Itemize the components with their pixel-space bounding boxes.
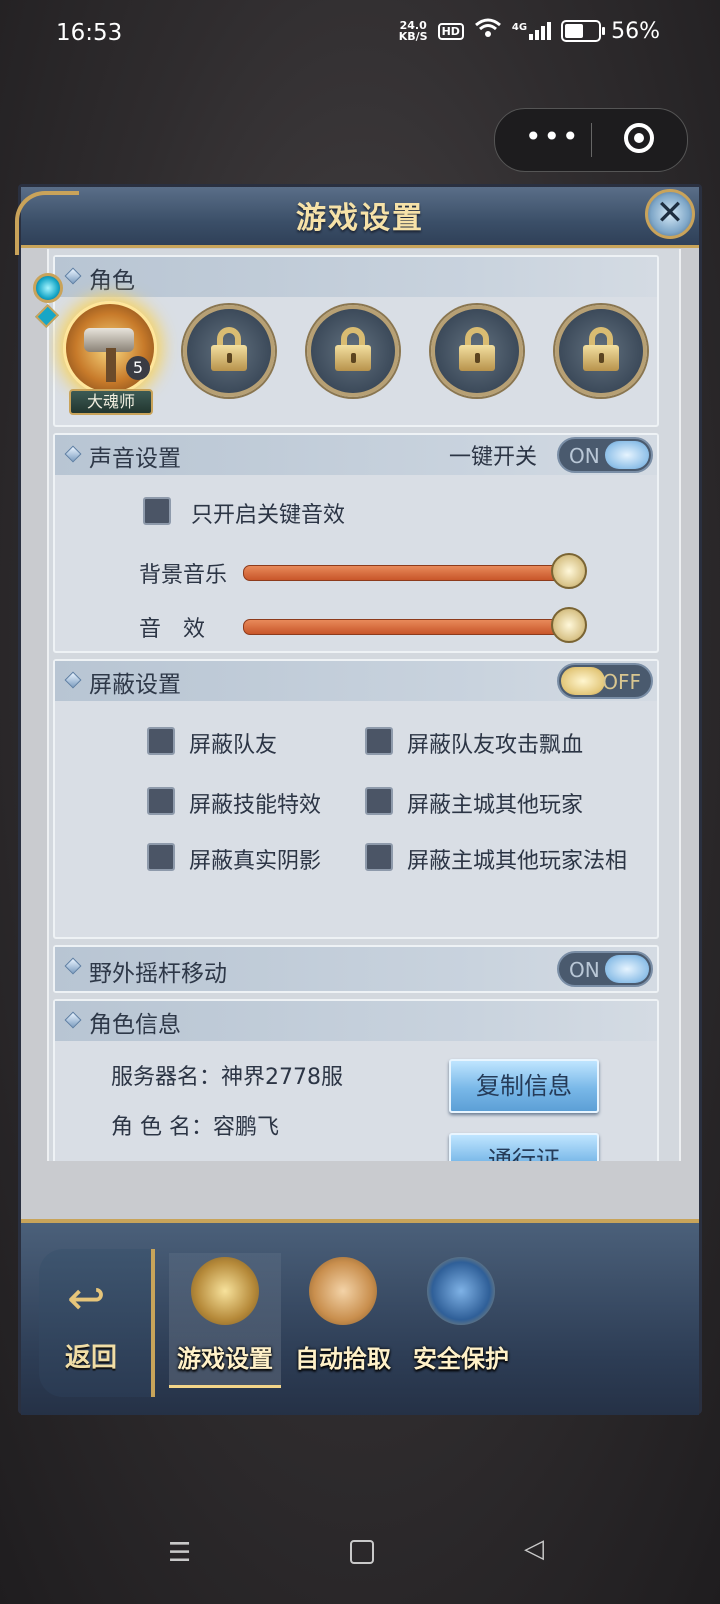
server-name: 服务器名：神界2778服 (111, 1065, 343, 1090)
shield-option-label: 屏蔽队友攻击飘血 (407, 733, 584, 758)
key-sound-only-label: 只开启关键音效 (191, 503, 346, 528)
return-arrow-icon: ↩ (67, 1271, 106, 1325)
copy-info-button[interactable]: 复制信息 (449, 1059, 599, 1113)
locked-slot-2[interactable] (307, 305, 399, 397)
role-info-section: 角色信息 服务器名：神界2778服 角 色 名：容鹏飞 复制信息 通行证 (53, 999, 659, 1161)
close-miniprogram-button[interactable] (624, 123, 654, 153)
locked-slot-4[interactable] (555, 305, 647, 397)
diamond-icon (64, 1011, 82, 1029)
shield-section: 屏蔽设置 OFF 屏蔽队友 屏蔽队友攻击飘血 屏蔽技能特效 屏蔽主城其他玩家 屏… (53, 659, 659, 939)
shield-skill-effects-checkbox[interactable] (147, 787, 175, 815)
joystick-section-title: 野外摇杆移动 (89, 961, 227, 987)
pass-button[interactable]: 通行证 (449, 1133, 599, 1161)
sfx-slider-knob[interactable] (551, 607, 587, 643)
status-bar: 16:53 24.0 KB/S HD 4G 56% (0, 0, 720, 72)
bottom-tab-bar: ↩ 返回 游戏设置 自动拾取 安全保护 (21, 1219, 699, 1415)
shield-master-toggle[interactable]: OFF (557, 663, 653, 699)
diamond-icon (64, 445, 82, 463)
home-icon[interactable] (350, 1540, 374, 1564)
hero-avatar[interactable]: 5 (63, 301, 157, 395)
diamond-icon (64, 267, 82, 285)
hero-name-tag: 大魂师 (69, 389, 153, 415)
bgm-slider[interactable] (243, 565, 571, 581)
battery-percent: 56% (611, 18, 660, 44)
shield-city-players-checkbox[interactable] (365, 787, 393, 815)
diamond-icon (64, 957, 82, 975)
settings-scroll-area[interactable]: 角色 5 大魂师 声音设置 一键开关 ON 只开启关键音效 背景音乐 音 效 屏… (47, 249, 681, 1161)
joystick-toggle[interactable]: ON (557, 951, 653, 987)
tab-security[interactable]: 安全保护 (405, 1253, 517, 1385)
role-section: 角色 5 大魂师 (53, 255, 659, 427)
ornament-icon (15, 191, 79, 255)
clock: 16:53 (56, 20, 123, 46)
bgm-slider-knob[interactable] (551, 553, 587, 589)
menu-icon[interactable]: ☰ (168, 1538, 191, 1568)
joystick-section: 野外摇杆移动 ON (53, 945, 659, 993)
sound-section-title: 声音设置 (89, 446, 181, 472)
shield-team-damage-checkbox[interactable] (365, 727, 393, 755)
panel-title: 游戏设置 (296, 201, 424, 236)
hd-icon: HD (437, 22, 464, 40)
diamond-icon (64, 671, 82, 689)
back-button[interactable]: ↩ 返回 (39, 1249, 155, 1397)
shield-teammates-checkbox[interactable] (147, 727, 175, 755)
sound-master-toggle[interactable]: ON (557, 437, 653, 473)
hero-level-badge: 5 (126, 356, 150, 380)
back-icon[interactable]: ◁ (524, 1534, 544, 1564)
sound-section: 声音设置 一键开关 ON 只开启关键音效 背景音乐 音 效 (53, 433, 659, 653)
status-icons: 24.0 KB/S HD 4G 56% (399, 18, 660, 44)
shield-shadows-checkbox[interactable] (147, 843, 175, 871)
capsule-divider (591, 123, 592, 157)
master-switch-label: 一键开关 (449, 445, 538, 470)
network-speed: 24.0 KB/S (398, 19, 428, 43)
close-button[interactable]: ✕ (645, 189, 695, 239)
more-menu-button[interactable]: ••• (525, 123, 581, 151)
shield-section-title: 屏蔽设置 (89, 672, 181, 698)
tab-game-settings[interactable]: 游戏设置 (169, 1253, 281, 1388)
bgm-label: 背景音乐 (139, 563, 228, 588)
sfx-label: 音 效 (139, 617, 206, 642)
shield-lock-icon (427, 1257, 495, 1325)
system-nav-bar: ☰ ◁ (0, 1530, 720, 1604)
key-sound-only-checkbox[interactable] (143, 497, 171, 525)
panel-header: 游戏设置 ✕ (21, 187, 699, 248)
miniprogram-capsule: ••• (494, 108, 688, 172)
shield-city-player-avatars-checkbox[interactable] (365, 843, 393, 871)
game-settings-panel: 游戏设置 ✕ 角色 5 大魂师 声音设置 一键开关 ON 只开启关键音效 背景音… (15, 184, 702, 1415)
money-bag-icon (309, 1257, 377, 1325)
shield-option-label: 屏蔽队友 (189, 733, 278, 758)
sfx-slider[interactable] (243, 619, 571, 635)
shield-option-label: 屏蔽技能特效 (189, 793, 322, 818)
shield-option-label: 屏蔽主城其他玩家法相 (407, 849, 628, 874)
locked-slot-3[interactable] (431, 305, 523, 397)
role-name: 角 色 名：容鹏飞 (111, 1115, 279, 1140)
role-section-title: 角色 (89, 268, 135, 294)
battery-icon (561, 20, 606, 42)
cellular-signal-icon: 4G (512, 22, 552, 40)
wifi-icon (474, 18, 502, 44)
shield-option-label: 屏蔽真实阴影 (189, 849, 322, 874)
role-info-section-title: 角色信息 (89, 1012, 181, 1038)
locked-slot-1[interactable] (183, 305, 275, 397)
shield-option-label: 屏蔽主城其他玩家 (407, 793, 584, 818)
gem-pendant-icon (33, 273, 63, 303)
gear-icon (191, 1257, 259, 1325)
tab-auto-pickup[interactable]: 自动拾取 (287, 1253, 399, 1385)
